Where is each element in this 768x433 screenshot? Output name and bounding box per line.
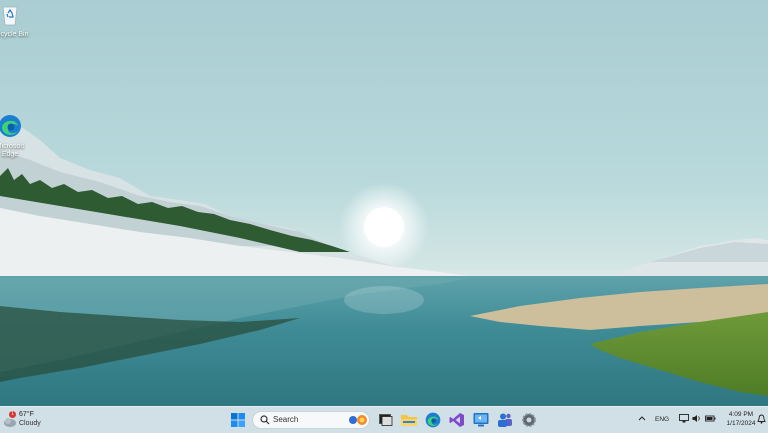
search-placeholder: Search <box>273 415 299 424</box>
recycle-bin-shortcut[interactable]: Recycle Bin <box>0 4 32 39</box>
battery-button[interactable] <box>705 414 716 425</box>
notifications-button[interactable] <box>757 414 766 426</box>
search-icon <box>260 415 270 425</box>
edge-icon <box>0 115 21 137</box>
visual-studio-button[interactable] <box>447 410 467 430</box>
teams-button[interactable] <box>495 410 515 430</box>
network-button[interactable] <box>679 414 689 425</box>
remote-desktop-button[interactable] <box>471 410 491 430</box>
task-view-icon <box>379 414 393 426</box>
desktop-wallpaper <box>0 0 768 406</box>
battery-icon <box>705 415 716 422</box>
cloudy-icon <box>4 418 16 427</box>
chevron-up-icon <box>638 416 646 421</box>
settings-button[interactable] <box>519 410 539 430</box>
recycle-bin-icon <box>2 6 18 26</box>
copilot-icon <box>349 415 367 425</box>
taskbar-search[interactable]: Search <box>252 411 370 429</box>
edge-shortcut-label: Microsoft Edge <box>0 143 25 158</box>
sun-disk <box>364 207 404 247</box>
start-button[interactable] <box>228 410 248 430</box>
remote-desktop-icon <box>473 413 489 427</box>
network-icon <box>679 414 689 423</box>
file-explorer-button[interactable] <box>399 410 419 430</box>
wallpaper-landscape <box>0 126 768 406</box>
weather-temperature: 67°F <box>19 411 34 418</box>
settings-icon <box>522 413 536 427</box>
edge-icon <box>425 412 441 428</box>
edge-taskbar-button[interactable] <box>423 410 443 430</box>
bell-icon <box>757 414 766 424</box>
edge-shortcut[interactable]: Microsoft Edge <box>0 114 32 159</box>
file-explorer-icon <box>401 415 417 426</box>
taskbar: 1 67°F Cloudy Search ENG 4:09 PM 1/17/20… <box>0 406 768 433</box>
notification-badge: 1 <box>9 411 16 418</box>
speaker-icon <box>692 415 700 422</box>
visual-studio-icon <box>449 413 464 427</box>
teams-icon <box>498 413 512 427</box>
weather-widget[interactable]: 1 67°F Cloudy <box>2 410 62 432</box>
start-icon <box>231 413 245 427</box>
volume-button[interactable] <box>692 414 702 425</box>
language-indicator[interactable]: ENG <box>655 416 669 423</box>
weather-condition: Cloudy <box>19 420 41 427</box>
recycle-bin-label: Recycle Bin <box>0 31 29 38</box>
task-view-button[interactable] <box>376 410 396 430</box>
show-hidden-icons-button[interactable] <box>638 415 646 423</box>
